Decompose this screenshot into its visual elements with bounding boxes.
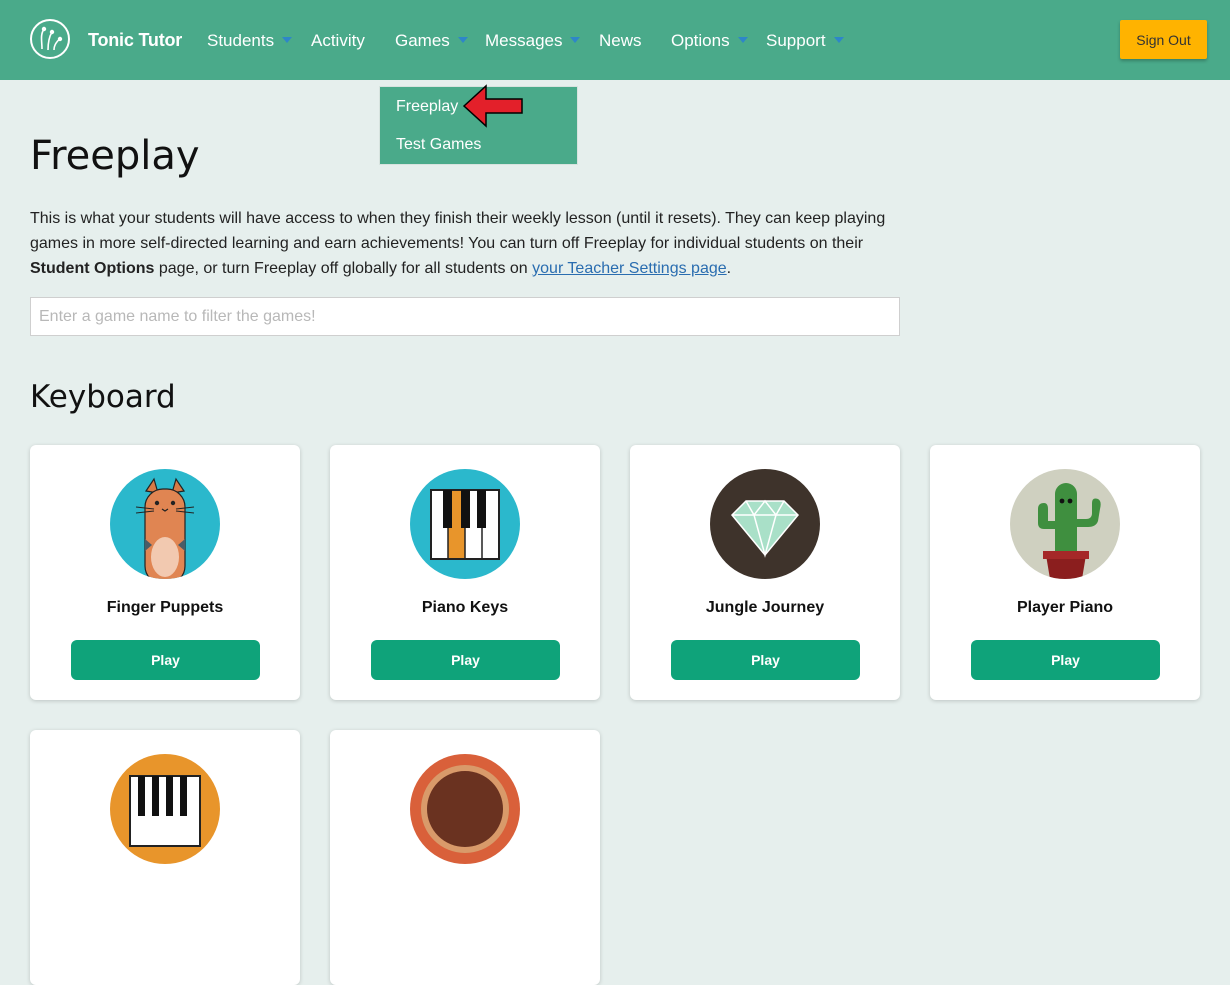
diamond-icon [710, 469, 820, 579]
play-button-finger-puppets[interactable]: Play [71, 640, 260, 680]
game-card-player-piano: Player Piano Play [930, 445, 1200, 700]
game-card-finger-puppets: Finger Puppets Play [30, 445, 300, 700]
section-title-keyboard: Keyboard [30, 379, 176, 415]
nav-students[interactable]: Students [207, 31, 293, 51]
game-card-partial [330, 730, 600, 985]
red-arrow-annotation [462, 84, 523, 128]
chevron-down-icon [737, 36, 748, 43]
play-button-jungle-journey[interactable]: Play [671, 640, 860, 680]
chevron-down-icon [570, 36, 581, 43]
teacher-settings-link[interactable]: your Teacher Settings page [532, 260, 727, 277]
nav-games[interactable]: Games [395, 31, 468, 51]
nav-activity-label: Activity [311, 31, 365, 50]
chevron-down-icon [457, 36, 468, 43]
intro-text-1: This is what your students will have acc… [30, 210, 886, 252]
game-name: Finger Puppets [106, 599, 224, 616]
cat-puppet-icon [110, 469, 220, 579]
game-card-piano-keys: Piano Keys Play [330, 445, 600, 700]
intro-paragraph: This is what your students will have acc… [30, 206, 900, 281]
logo-icon[interactable] [30, 19, 70, 59]
nav-students-label: Students [207, 31, 275, 50]
play-button-piano-keys[interactable]: Play [371, 640, 560, 680]
piano-orange-icon [110, 754, 220, 864]
nav-options-label: Options [671, 31, 730, 50]
nav-activity[interactable]: Activity [311, 31, 365, 51]
game-card-partial [30, 730, 300, 985]
piano-keys-icon [410, 469, 520, 579]
chevron-down-icon [282, 36, 293, 43]
nav-news[interactable]: News [599, 31, 642, 51]
top-navbar: Tonic Tutor Students Activity Games Mess… [0, 0, 1230, 80]
chevron-down-icon [833, 36, 844, 43]
page-title: Freeplay [30, 133, 200, 179]
game-name: Player Piano [1016, 599, 1114, 616]
brand-name[interactable]: Tonic Tutor [88, 30, 182, 51]
nav-support[interactable]: Support [766, 31, 844, 51]
nav-news-label: News [599, 31, 642, 50]
nav-options[interactable]: Options [671, 31, 748, 51]
nav-messages-label: Messages [485, 31, 563, 50]
drum-icon [410, 754, 520, 864]
menu-item-freeplay[interactable]: Freeplay [396, 98, 458, 116]
play-button-player-piano[interactable]: Play [971, 640, 1160, 680]
intro-text-2: page, or turn Freeplay off globally for … [154, 260, 533, 277]
sign-out-button[interactable]: Sign Out [1120, 20, 1207, 59]
cactus-icon [1010, 469, 1120, 579]
nav-games-label: Games [395, 31, 450, 50]
game-name: Piano Keys [421, 599, 509, 616]
game-filter-input[interactable] [30, 297, 900, 336]
nav-support-label: Support [766, 31, 826, 50]
game-name: Jungle Journey [705, 599, 825, 616]
menu-item-test-games[interactable]: Test Games [396, 136, 481, 154]
nav-messages[interactable]: Messages [485, 31, 581, 51]
intro-text-end: . [726, 260, 732, 277]
intro-bold-student-options: Student Options [30, 260, 155, 277]
game-card-jungle-journey: Jungle Journey Play [630, 445, 900, 700]
